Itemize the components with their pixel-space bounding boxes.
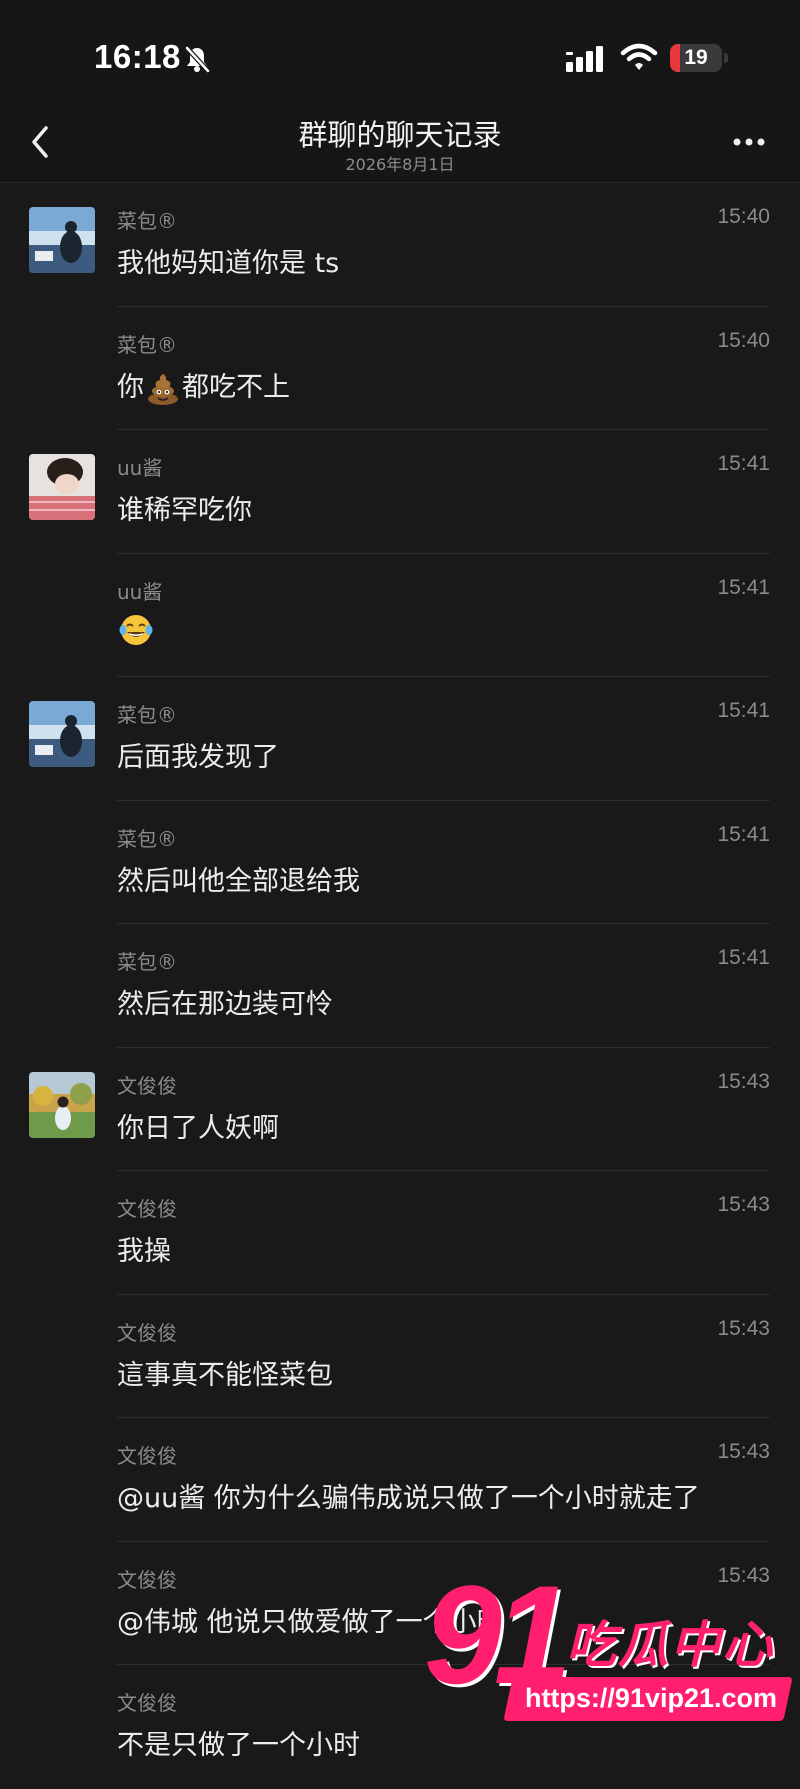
status-bar: 16:18 19	[0, 0, 800, 110]
avatar-image	[29, 1071, 95, 1138]
message-time: 15:41	[717, 452, 770, 475]
status-time: 16:18	[94, 38, 181, 75]
avatar-image	[29, 701, 95, 767]
avatar-caibao[interactable]	[29, 701, 95, 767]
avatar-uu[interactable]	[29, 454, 95, 520]
sender-name: 菜包®	[117, 826, 177, 851]
message-time: 15:41	[717, 822, 770, 846]
signal-icon	[566, 46, 603, 72]
watermark-brand: 吃瓜中心	[566, 1616, 774, 1674]
avatar-caibao[interactable]	[29, 207, 95, 273]
message-time: 15:41	[717, 699, 770, 722]
message-text: 你 都吃不上	[117, 365, 770, 407]
nav-bar: 群聊的聊天记录 2026年8月1日	[0, 110, 800, 183]
message-text: 我操	[117, 1236, 171, 1267]
message-item[interactable]: 文俊俊 15:43 我操	[0, 1171, 800, 1295]
message-list: 菜包® 15:40 我他妈知道你是 ts 菜包® 15:40 你 都吃不上 uu…	[0, 183, 800, 1789]
sender-name: uu酱	[117, 456, 163, 480]
message-text: 然后在那边装可怜	[117, 989, 333, 1020]
page-title: 群聊的聊天记录	[298, 118, 502, 152]
wifi-icon	[620, 43, 658, 70]
message-text: 這事真不能怪菜包	[117, 1359, 333, 1391]
message-item[interactable]: 文俊俊 15:43 @uu酱 你为什么骗伟成说只做了一个小时就走了	[0, 1418, 800, 1542]
sender-name: 文俊俊	[117, 1320, 177, 1345]
sender-name: 菜包®	[117, 703, 177, 727]
avatar-image	[29, 207, 95, 273]
message-time: 15:43	[717, 1069, 770, 1093]
pile-of-poo-emoji-icon	[148, 374, 178, 405]
sender-name: 文俊俊	[117, 1073, 177, 1098]
message-text: @uu酱 你为什么骗伟成说只做了一个小时就走了	[117, 1483, 700, 1514]
message-time: 15:40	[717, 328, 770, 352]
avatar-image	[29, 454, 95, 520]
sender-name: 菜包®	[117, 950, 177, 974]
bell-slash-icon	[185, 46, 210, 73]
message-item[interactable]: 文俊俊 15:43 你日了人妖啊	[0, 1048, 800, 1171]
message-item[interactable]: 菜包® 15:40 你 都吃不上	[0, 307, 800, 430]
message-time: 15:41	[717, 946, 770, 969]
message-text: 然后叫他全部退给我	[117, 865, 360, 897]
message-time: 15:43	[717, 1193, 770, 1216]
message-item[interactable]: 文俊俊 15:43 這事真不能怪菜包	[0, 1295, 800, 1418]
sender-name: uu酱	[117, 579, 163, 604]
message-item[interactable]: 菜包® 15:41 然后叫他全部退给我	[0, 801, 800, 924]
message-time: 15:41	[717, 575, 770, 599]
watermark-url: https://91vip21.com	[524, 1683, 778, 1713]
message-text	[117, 612, 770, 648]
sender-name: 文俊俊	[117, 1691, 177, 1715]
sender-name: 文俊俊	[117, 1567, 177, 1592]
message-text: 我他妈知道你是 ts	[117, 248, 340, 279]
message-text: 谁稀罕吃你	[117, 495, 252, 526]
message-time: 15:43	[717, 1440, 770, 1463]
sender-name: 菜包®	[117, 209, 177, 233]
message-text: 你日了人妖啊	[117, 1112, 279, 1144]
sender-name: 文俊俊	[117, 1197, 177, 1221]
message-item[interactable]: 菜包® 15:41 然后在那边装可怜	[0, 924, 800, 1048]
message-text-part: 都吃不上	[182, 371, 290, 403]
battery-nub	[724, 53, 728, 63]
sender-name: 菜包®	[117, 332, 177, 357]
message-time: 15:40	[717, 205, 770, 228]
page-subtitle-date: 2026年8月1日	[345, 155, 455, 174]
message-text-part: 你	[117, 371, 144, 403]
more-horizontal-icon[interactable]	[728, 130, 770, 154]
battery-icon: 19	[670, 44, 722, 72]
tears-of-joy-emoji-icon	[119, 614, 153, 645]
message-item[interactable]: 菜包® 15:40 我他妈知道你是 ts	[0, 183, 800, 307]
battery-level: 19	[684, 46, 708, 69]
watermark-logo[interactable]: 91 吃瓜中心 https://91vip21.com	[404, 1565, 800, 1738]
avatar-wen[interactable]	[29, 1071, 95, 1138]
message-item[interactable]: uu酱 15:41 谁稀罕吃你	[0, 430, 800, 554]
message-item[interactable]: uu酱 15:41	[0, 554, 800, 677]
message-text: 后面我发现了	[117, 742, 279, 773]
message-item[interactable]: 菜包® 15:41 后面我发现了	[0, 677, 800, 801]
message-time: 15:43	[717, 1316, 770, 1340]
sender-name: 文俊俊	[117, 1444, 177, 1468]
